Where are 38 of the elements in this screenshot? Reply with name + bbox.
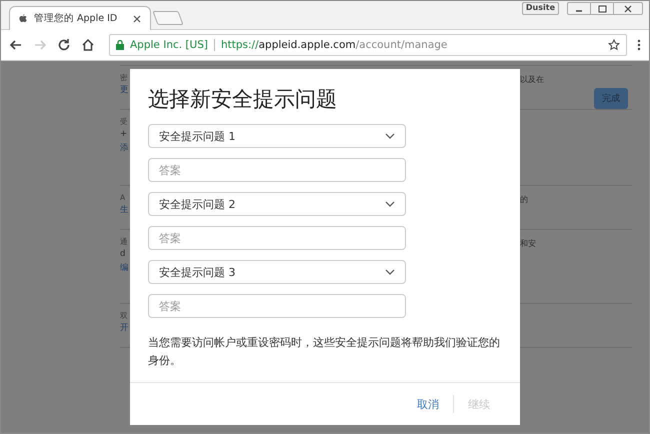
dialog-button[interactable]: 取消 [417,392,439,416]
apple-icon [18,13,28,24]
star-icon[interactable] [608,39,620,51]
page-text: 添 [120,144,129,153]
tab-title: 管理您的 Apple ID [34,12,118,25]
page-text: 编 [120,264,129,273]
chevron-down-icon [385,201,395,207]
page-text: 以及在 [520,74,544,85]
answer-field[interactable]: 答案 [148,158,406,182]
page-text: d [120,250,126,260]
chevron-down-icon [385,269,395,275]
close-icon[interactable] [132,14,142,24]
close-icon [624,4,632,12]
browser-tab[interactable]: 管理您的 Apple ID [9,6,151,30]
page-text: 生 [120,206,129,216]
profile-button[interactable]: Dusite [522,2,559,15]
chevron-down-icon [385,133,395,139]
address-bar[interactable]: Apple Inc. [US] https://appleid.apple.com/account/manage [109,34,627,56]
question-select[interactable]: 安全提示问题 2 [148,192,406,216]
page-text: 和安 [520,238,536,249]
answer-field[interactable]: 答案 [148,226,406,250]
question-select[interactable]: 安全提示问题 3 [148,260,406,284]
page-text: 开 [120,324,129,334]
page-text: 更 [120,86,129,96]
restore-icon [598,4,606,12]
question-select[interactable]: 安全提示问题 1 [148,124,406,148]
menu-icon[interactable] [637,39,641,51]
page-text: 的 [520,194,528,205]
url-text: https://appleid.apple.com/account/manage [220,39,448,51]
lock-icon [116,40,124,50]
back-icon[interactable] [9,38,23,52]
reload-icon[interactable] [57,38,71,52]
dialog-title: 选择新安全提示问题 [148,86,338,113]
home-icon[interactable] [81,38,95,52]
note-text: 当您需要访问帐户或重设密码时，这些安全提示问题将帮助我们验证您的身份。 [148,335,501,370]
page-text: + [120,130,128,140]
answer-field[interactable]: 答案 [148,294,406,318]
certificate-label: Apple Inc. [US] [130,39,208,51]
